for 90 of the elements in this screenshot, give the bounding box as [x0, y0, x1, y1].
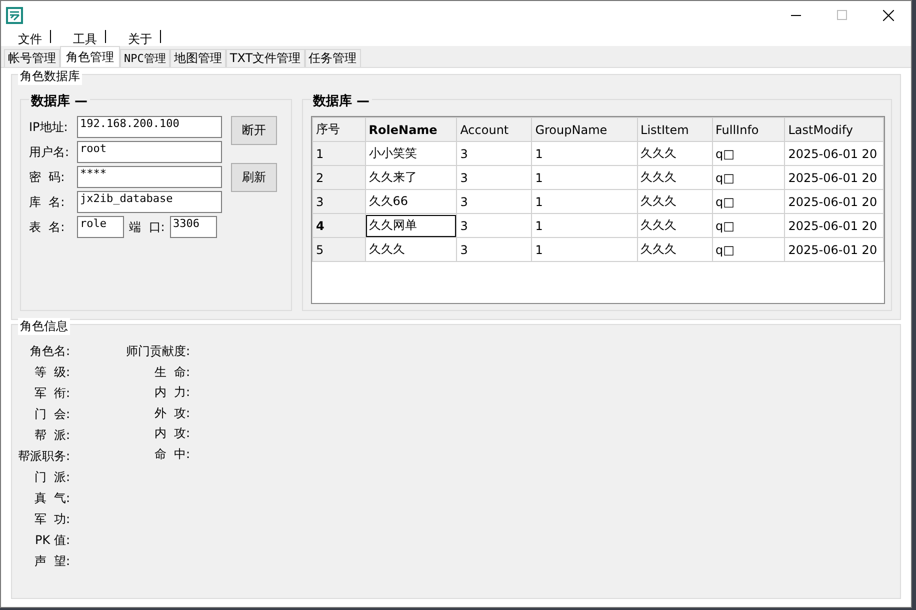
- table-cell: 3: [456, 238, 532, 262]
- table-cell: 久久久: [637, 214, 712, 238]
- field-label: 帮 派:: [33, 427, 70, 444]
- row-header[interactable]: 2: [312, 166, 366, 190]
- group-title: 数据库 —: [311, 92, 372, 110]
- field-label: 帮派职务:: [16, 448, 70, 465]
- field-label: 外 攻:: [153, 404, 190, 422]
- group-title: 角色信息: [18, 318, 70, 335]
- maximize-icon: [836, 10, 848, 21]
- app-icon: [6, 7, 23, 24]
- field-label: 真 气:: [33, 490, 70, 507]
- field-label: 军 衔:: [33, 385, 70, 402]
- tab[interactable]: 角色管理: [60, 46, 120, 67]
- table-cell: 2025-06-01 20: [784, 190, 884, 214]
- row-header[interactable]: 3: [312, 190, 366, 214]
- tab[interactable]: TXT文件管理: [226, 49, 305, 67]
- menu-item[interactable]: 工具: [73, 30, 106, 43]
- table-cell: 2025-06-01 20: [784, 166, 884, 190]
- column-header[interactable]: GroupName: [532, 118, 638, 142]
- row-header[interactable]: 4: [312, 214, 366, 238]
- tab[interactable]: 帐号管理: [4, 49, 60, 67]
- table-cell: q□: [712, 166, 785, 190]
- table-cell: 久久久: [637, 166, 712, 190]
- action-button[interactable]: 刷新: [231, 163, 277, 192]
- action-button[interactable]: 断开: [231, 116, 277, 145]
- field-label: 库 名:: [29, 194, 66, 210]
- table-cell: 1: [532, 214, 638, 238]
- table-cell: 2025-06-01 20: [784, 238, 884, 262]
- field-label: 门 会:: [33, 406, 70, 423]
- field-label: 内 攻:: [153, 425, 190, 442]
- field-label: IP地址:: [29, 118, 69, 136]
- field-label: 军 功:: [33, 511, 70, 528]
- field-label: 密 码:: [29, 168, 66, 186]
- column-header[interactable]: 序号: [312, 118, 366, 142]
- input-field[interactable]: 192.168.200.100: [77, 116, 222, 138]
- field-label: 角色名:: [28, 343, 70, 360]
- field-label: 声 望:: [33, 553, 70, 570]
- table-cell: 久久久: [365, 238, 457, 262]
- table-cell: 久久来了: [365, 166, 457, 190]
- table-cell: q□: [712, 190, 785, 214]
- table-cell: 3: [456, 166, 532, 190]
- input-field[interactable]: ****: [77, 166, 222, 188]
- tab[interactable]: NPC管理: [120, 49, 170, 67]
- field-label: 表 名:: [29, 218, 66, 236]
- minimize-icon: [790, 14, 802, 16]
- table-cell: 1: [532, 190, 638, 214]
- field-label: 门 派:: [33, 469, 70, 486]
- column-header[interactable]: FullInfo: [712, 118, 785, 142]
- table-cell: q□: [712, 142, 785, 166]
- table-cell: 1: [532, 166, 638, 190]
- input-field[interactable]: 3306: [170, 216, 217, 238]
- table-cell: 久久66: [365, 190, 457, 214]
- table-cell: q□: [712, 214, 785, 238]
- field-label: 端 口:: [128, 218, 166, 236]
- table-cell: 2025-06-01 20: [784, 214, 884, 238]
- menu-item[interactable]: 关于: [128, 30, 161, 43]
- input-field[interactable]: role: [77, 216, 124, 238]
- input-field[interactable]: jx2ib_database: [77, 191, 222, 213]
- input-field[interactable]: root: [77, 141, 222, 163]
- close-icon: [882, 10, 894, 21]
- field-label: 命 中:: [153, 446, 190, 462]
- menu-item[interactable]: 文件: [18, 30, 51, 43]
- table-cell: 3: [456, 214, 532, 238]
- row-header[interactable]: 1: [312, 142, 366, 166]
- table-cell: 1: [532, 142, 638, 166]
- table-cell: 3: [456, 190, 532, 214]
- row-header[interactable]: 5: [312, 238, 366, 262]
- field-label: 用户名:: [29, 144, 70, 160]
- field-label: 等 级:: [33, 364, 70, 381]
- field-label: 生 命:: [153, 364, 190, 380]
- table-cell: 2025-06-01 20: [784, 142, 884, 166]
- group-title: 数据库 —: [29, 92, 90, 110]
- field-label: 内 力:: [153, 384, 190, 401]
- table-cell: 1: [532, 238, 638, 262]
- table-cell: 3: [456, 142, 532, 166]
- field-label: 师门贡献度:: [124, 343, 190, 360]
- group-title: 角色数据库: [18, 68, 82, 85]
- column-header[interactable]: Account: [456, 118, 532, 142]
- table-cell: 久久久: [637, 238, 712, 262]
- table-cell: 久久久: [637, 190, 712, 214]
- field-label: PK 值:: [34, 532, 70, 549]
- column-header[interactable]: ListItem: [637, 118, 712, 142]
- table-cell: q□: [712, 238, 785, 262]
- table-cell: 久久久: [637, 142, 712, 166]
- tab[interactable]: 地图管理: [170, 49, 226, 67]
- table-cell: 小小笑笑: [365, 142, 457, 166]
- table-cell: 久久网单: [365, 214, 457, 238]
- column-header[interactable]: RoleName: [365, 118, 457, 142]
- tab[interactable]: 任务管理: [304, 49, 361, 67]
- column-header[interactable]: LastModify: [784, 118, 884, 142]
